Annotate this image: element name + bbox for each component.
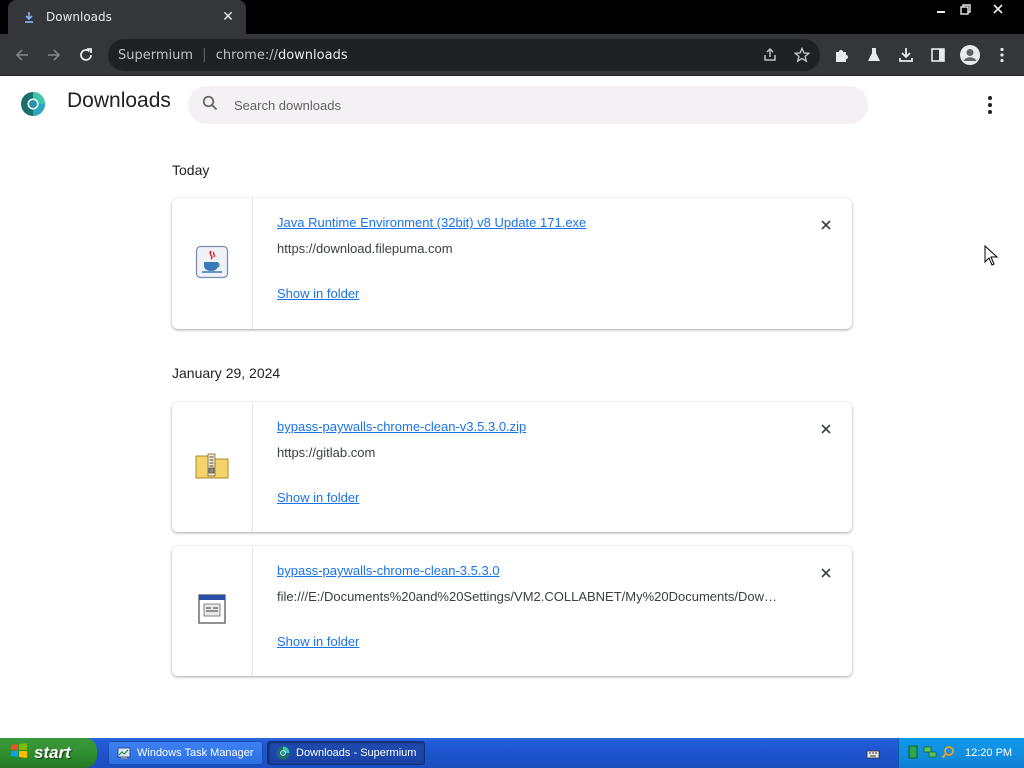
download-source-url: file:///E:/Documents%20and%20Settings/VM…: [277, 589, 777, 604]
omnibox-url-scheme: chrome://: [215, 47, 278, 63]
file-icon-column: [172, 546, 253, 676]
profile-avatar-icon[interactable]: [956, 42, 984, 68]
network-tray-icon[interactable]: [907, 744, 919, 763]
address-bar[interactable]: Supermium | chrome://downloads: [108, 39, 820, 71]
search-icon: [202, 95, 218, 115]
share-icon[interactable]: [758, 44, 782, 66]
system-clock: 12:20 PM: [965, 747, 1013, 759]
restore-button[interactable]: [952, 0, 978, 18]
page-menu-icon[interactable]: [978, 93, 1002, 117]
tab-downloads[interactable]: Downloads ✕: [8, 0, 246, 34]
extensions-puzzle-icon[interactable]: [828, 42, 856, 68]
taskbar-label: Windows Task Manager: [137, 747, 254, 759]
generic-file-icon: [197, 593, 227, 629]
show-in-folder-link[interactable]: Show in folder: [277, 634, 359, 649]
system-tray: 12:20 PM: [898, 738, 1024, 768]
section-date-today: Today: [172, 162, 210, 178]
search-input[interactable]: [234, 97, 834, 113]
tab-close-icon[interactable]: ✕: [220, 9, 236, 25]
file-icon-column: [172, 402, 253, 532]
omnibox-brand: Supermium: [118, 47, 194, 63]
show-in-folder-link[interactable]: Show in folder: [277, 286, 359, 301]
start-button[interactable]: start: [0, 738, 97, 768]
keyboard-tray-icon[interactable]: [866, 746, 880, 760]
back-button[interactable]: [8, 42, 36, 68]
windows-taskbar: start Windows Task Manager Downloads - S…: [0, 738, 1024, 768]
file-icon-column: [172, 198, 253, 329]
task-manager-icon: [117, 746, 131, 760]
downloads-header: Downloads: [0, 77, 1024, 133]
download-filename-link[interactable]: bypass-paywalls-chrome-clean-v3.5.3.0.zi…: [277, 419, 526, 434]
omnibox-separator: |: [202, 47, 207, 63]
remove-download-icon[interactable]: [816, 563, 836, 583]
section-date-jan-29: January 29, 2024: [172, 365, 281, 381]
java-icon: [195, 245, 229, 283]
start-label: start: [34, 743, 71, 762]
search-box[interactable]: [188, 86, 868, 124]
omnibox-url: chrome://downloads: [216, 48, 348, 63]
remove-download-icon[interactable]: [816, 419, 836, 439]
supermium-taskbar-icon: [276, 746, 290, 760]
forward-button[interactable]: [40, 42, 68, 68]
windows-logo-icon: [10, 742, 28, 764]
download-source-url: https://download.filepuma.com: [277, 241, 453, 256]
browser-menu-icon[interactable]: [988, 42, 1016, 68]
download-card: Java Runtime Environment (32bit) v8 Upda…: [172, 198, 852, 329]
title-bar: Downloads ✕: [0, 0, 1024, 34]
page-title: Downloads: [67, 89, 171, 112]
mouse-cursor-icon: [984, 244, 999, 267]
download-source-url: https://gitlab.com: [277, 445, 376, 460]
remove-download-icon[interactable]: [816, 215, 836, 235]
reload-button[interactable]: [72, 42, 100, 68]
taskbar-button-task-manager[interactable]: Windows Task Manager: [108, 741, 263, 765]
download-card: bypass-paywalls-chrome-clean-3.5.3.0 fil…: [172, 546, 852, 676]
download-icon: [22, 10, 36, 24]
search-tray-icon[interactable]: [941, 744, 955, 763]
download-filename-link[interactable]: Java Runtime Environment (32bit) v8 Upda…: [277, 215, 586, 230]
omnibox-url-path: downloads: [277, 47, 348, 63]
bookmark-star-icon[interactable]: [790, 44, 814, 66]
tab-title: Downloads: [46, 10, 112, 24]
zip-folder-icon: [195, 450, 229, 484]
download-card: bypass-paywalls-chrome-clean-v3.5.3.0.zi…: [172, 402, 852, 532]
show-in-folder-link[interactable]: Show in folder: [277, 490, 359, 505]
connection-tray-icon[interactable]: [923, 744, 937, 763]
close-window-button[interactable]: [985, 0, 1011, 18]
side-panel-icon[interactable]: [924, 42, 952, 68]
browser-toolbar: Supermium | chrome://downloads: [0, 34, 1024, 76]
download-toolbar-icon[interactable]: [892, 42, 920, 68]
supermium-logo-icon: [20, 91, 46, 117]
labs-flask-icon[interactable]: [860, 42, 888, 68]
taskbar-button-downloads-supermium[interactable]: Downloads - Supermium: [267, 741, 425, 765]
download-filename-link[interactable]: bypass-paywalls-chrome-clean-3.5.3.0: [277, 563, 500, 578]
minimize-button[interactable]: [928, 0, 954, 18]
taskbar-label: Downloads - Supermium: [296, 747, 417, 759]
